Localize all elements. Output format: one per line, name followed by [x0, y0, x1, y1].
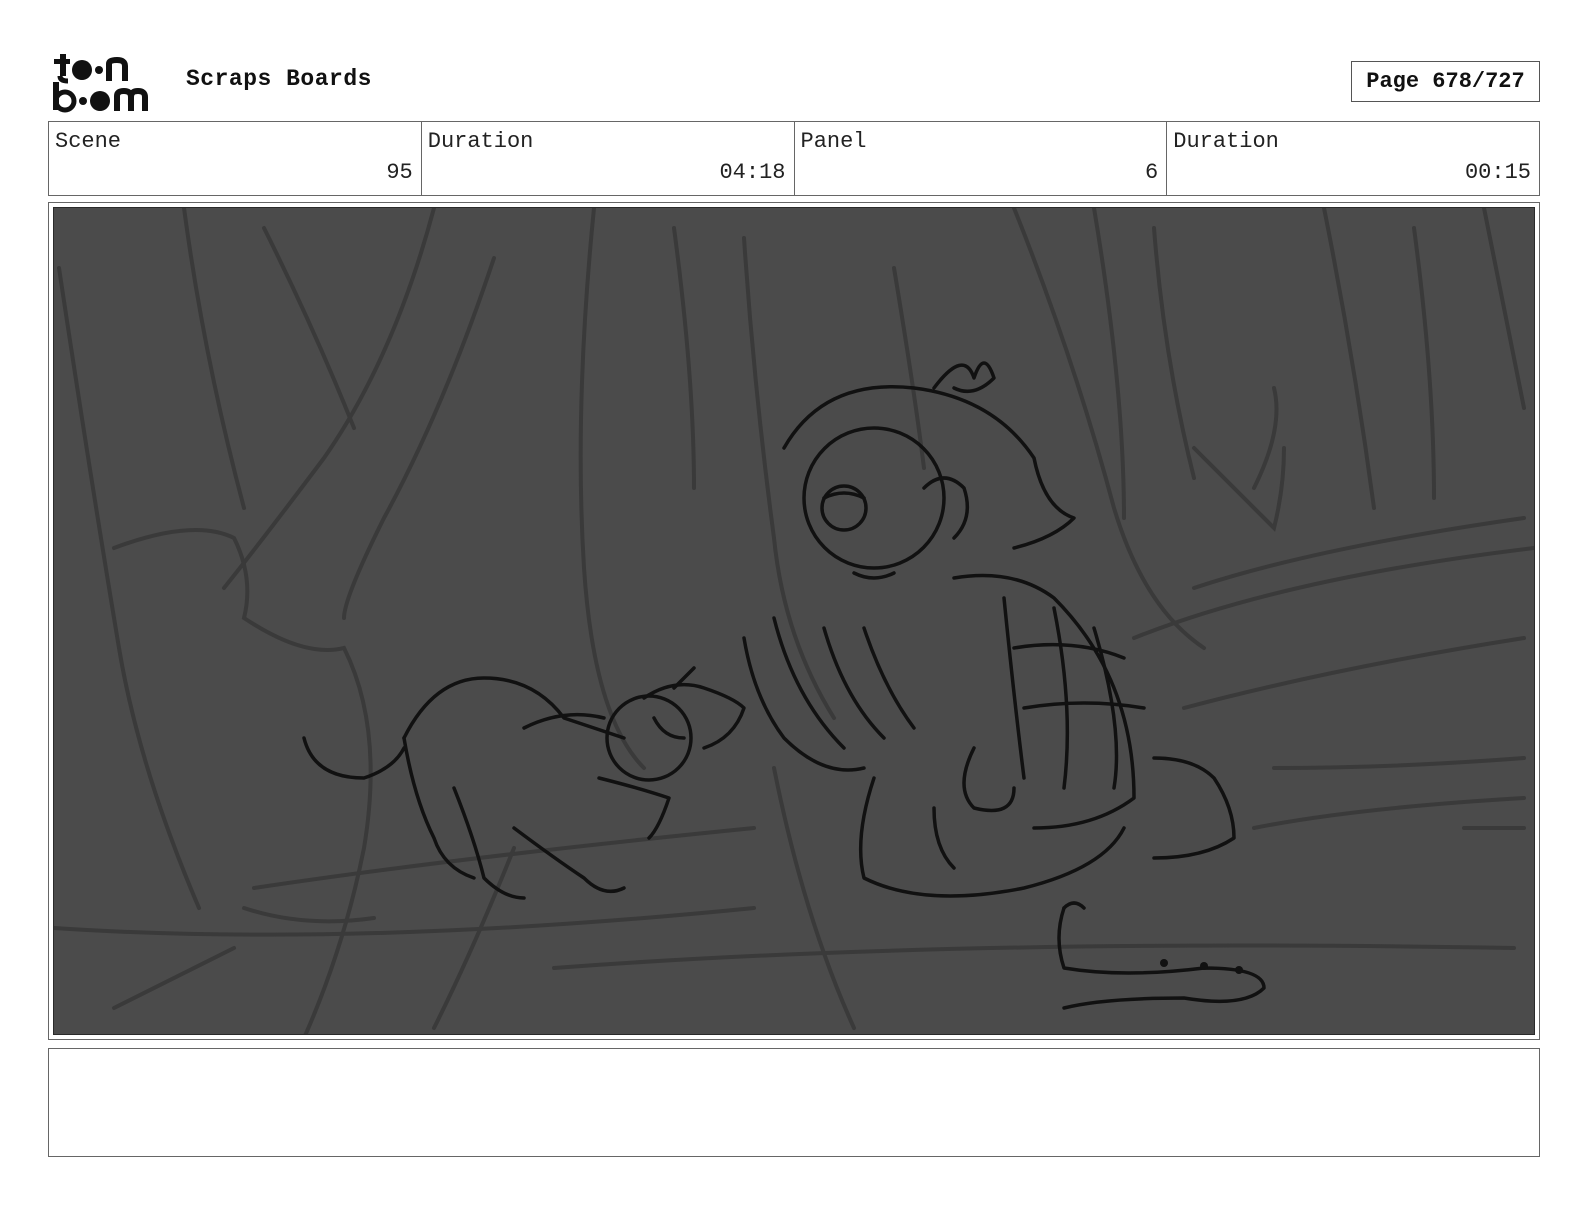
- scene-duration-value: 04:18: [719, 160, 786, 185]
- scene-cell: Scene 95: [49, 122, 422, 195]
- scene-duration-cell: Duration 04:18: [422, 122, 795, 195]
- scene-info-table: Scene 95 Duration 04:18 Panel 6 Duration…: [48, 121, 1540, 196]
- panel-cell: Panel 6: [795, 122, 1168, 195]
- page-indicator: Page 678/727: [1351, 61, 1540, 102]
- panel-frame: [48, 202, 1540, 1040]
- panel-notes-box: [48, 1048, 1540, 1157]
- scene-value: 95: [386, 160, 413, 185]
- scene-label: Scene: [55, 129, 122, 154]
- scene-duration-label: Duration: [427, 129, 534, 154]
- storyboard-sketch: [54, 208, 1534, 1034]
- panel-value: 6: [1145, 160, 1159, 185]
- panel-duration-cell: Duration 00:15: [1167, 122, 1539, 195]
- document-title: Scraps Boards: [186, 66, 372, 92]
- panel-label: Panel: [800, 129, 867, 154]
- storyboard-panel-image: [53, 207, 1535, 1035]
- toon-boom-logo: [50, 50, 164, 114]
- panel-duration-label: Duration: [1173, 129, 1279, 154]
- panel-duration-value: 00:15: [1464, 160, 1531, 185]
